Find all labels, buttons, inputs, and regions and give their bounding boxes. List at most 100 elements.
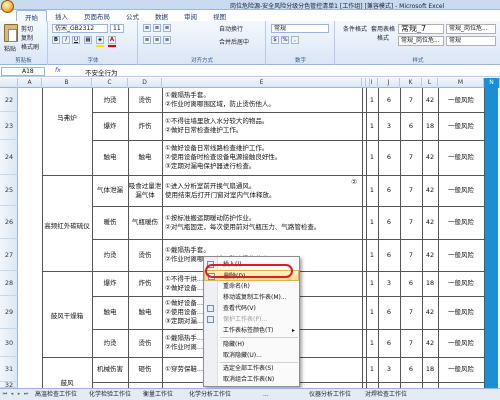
- consequence-cell[interactable]: 砸伤: [128, 357, 162, 382]
- score-d-cell[interactable]: 42: [422, 296, 438, 329]
- row-header-27[interactable]: 27: [0, 239, 18, 271]
- column-e[interactable]: E: [162, 78, 362, 88]
- equipment-partial[interactable]: 鼓风: [42, 378, 92, 388]
- score-d-cell[interactable]: 42: [422, 88, 438, 112]
- score-c-cell[interactable]: 6: [400, 112, 422, 140]
- column-j[interactable]: J: [378, 78, 400, 88]
- column-k[interactable]: K: [400, 78, 422, 88]
- menu-item-ungroup-sheets[interactable]: 取消组合工作表(N): [204, 374, 299, 385]
- paste-icon[interactable]: [4, 24, 18, 42]
- risk-level-cell[interactable]: 一般风险: [438, 175, 484, 206]
- score-c-cell[interactable]: 7: [400, 140, 422, 175]
- hazard-cell[interactable]: 灼烫: [92, 329, 128, 357]
- consequence-cell[interactable]: 气瓶暖伤: [128, 206, 162, 239]
- column-i[interactable]: I: [366, 78, 378, 88]
- score-e-cell[interactable]: 6: [378, 175, 400, 206]
- style-normal-7[interactable]: 常规_7: [398, 24, 444, 34]
- menu-item-view-code[interactable]: 查看代码(V): [204, 303, 299, 314]
- menu-item-rename[interactable]: 重命名(R): [204, 281, 299, 292]
- hazard-cell[interactable]: 爆炸: [92, 112, 128, 140]
- consequence-cell[interactable]: 炸伤: [128, 112, 162, 140]
- tab-page-layout[interactable]: 页面布局: [76, 10, 118, 21]
- row-header-29[interactable]: 29: [0, 296, 18, 329]
- comma-icon[interactable]: ,: [291, 36, 299, 44]
- font-color-icon[interactable]: A: [108, 36, 116, 44]
- column-a[interactable]: A: [18, 78, 42, 88]
- score-d-cell[interactable]: 42: [422, 175, 438, 206]
- sheet-tab[interactable]: 高温检查工作位: [32, 389, 80, 400]
- column-l[interactable]: L: [422, 78, 438, 88]
- hazard-cell[interactable]: 灼烫: [92, 88, 128, 112]
- score-e-cell[interactable]: 6: [378, 329, 400, 357]
- score-d-cell[interactable]: 42: [422, 329, 438, 357]
- column-c[interactable]: C: [92, 78, 128, 88]
- score-d-cell[interactable]: 18: [422, 112, 438, 140]
- hazard-cell[interactable]: 气体泄漏: [92, 175, 128, 206]
- style-normal-post[interactable]: 常规_岗位危...: [446, 24, 496, 34]
- column-m[interactable]: M: [438, 78, 484, 88]
- consequence-cell[interactable]: 触电: [128, 140, 162, 175]
- hazard-cell[interactable]: 机械伤害: [92, 357, 128, 382]
- measures-cell[interactable]: ①戴隔热手套。 ②作业时离哪围区域，防止烫伤他人。: [165, 88, 361, 112]
- score-l-cell[interactable]: 1: [366, 329, 378, 357]
- risk-level-cell[interactable]: 一般风险: [438, 271, 484, 296]
- consequence-cell[interactable]: 触电: [128, 296, 162, 329]
- first-sheet-icon[interactable]: ⏮: [2, 391, 8, 398]
- percent-icon[interactable]: %: [281, 36, 289, 44]
- hazard-cell[interactable]: 触电: [92, 140, 128, 175]
- risk-level-cell[interactable]: 一般风险: [438, 206, 484, 239]
- score-l-cell[interactable]: 1: [366, 357, 378, 382]
- currency-icon[interactable]: $: [271, 36, 279, 44]
- wrap-text-button[interactable]: 自动换行: [219, 24, 243, 33]
- fill-color-icon[interactable]: ◈: [96, 36, 104, 44]
- copy-button[interactable]: 复制: [21, 33, 33, 42]
- italic-icon[interactable]: I: [62, 36, 70, 44]
- score-c-cell[interactable]: 7: [400, 329, 422, 357]
- sheet-tab[interactable]: 化学分析工作位: [186, 389, 234, 400]
- measures-cell[interactable]: ①按标准搬运期暖动防护作业。 ②对气瓶固定，每次使用前对气瓶压力、气路管检查。: [165, 206, 361, 239]
- table-format-button[interactable]: 套用表格格式: [370, 24, 396, 42]
- office-button-icon[interactable]: [1, 0, 14, 13]
- style-normal[interactable]: 常规: [446, 36, 496, 46]
- menu-item-unhide[interactable]: 取消隐藏(U)...: [204, 350, 299, 361]
- consequence-cell[interactable]: 吸食过量泄漏气体: [128, 175, 162, 206]
- score-c-cell[interactable]: 7: [400, 296, 422, 329]
- score-l-cell[interactable]: 1: [366, 239, 378, 271]
- format-painter-button[interactable]: 格式刷: [21, 42, 39, 51]
- score-l-cell[interactable]: 1: [366, 112, 378, 140]
- align-bottom-icon[interactable]: ≡: [163, 24, 171, 32]
- equipment-carbon-sulfur-analyzer[interactable]: 高频红外碳硫仪: [42, 196, 92, 256]
- row-header-26[interactable]: 26: [0, 206, 18, 239]
- name-box[interactable]: A18: [1, 67, 45, 76]
- prev-sheet-icon[interactable]: ◂: [9, 391, 15, 398]
- tab-home[interactable]: 开始: [16, 10, 47, 22]
- score-c-cell[interactable]: 7: [400, 206, 422, 239]
- menu-item-tab-color[interactable]: 工作表标签颜色(T) ▸: [204, 325, 299, 336]
- equipment-muffle-furnace[interactable]: 马弗炉: [42, 98, 92, 138]
- score-d-cell[interactable]: 42: [422, 140, 438, 175]
- measures-cell[interactable]: ①进入分析室前开换气扇通风。 使用结束后打开门窗对室内气体释放。: [165, 175, 345, 206]
- risk-level-cell[interactable]: 一般风险: [438, 357, 484, 382]
- score-e-cell[interactable]: 6: [378, 239, 400, 271]
- score-d-cell[interactable]: 18: [422, 357, 438, 382]
- measures-cell[interactable]: ①做好设备日常线路检查维护工作。 ②使用设备时检查设备电源接触良好性。 ③定期对…: [165, 140, 361, 175]
- tab-data[interactable]: 数据: [147, 10, 176, 21]
- row-header-30[interactable]: 30: [0, 329, 18, 357]
- tab-formulas[interactable]: 公式: [118, 10, 147, 21]
- equipment-blast-dryer[interactable]: 鼓风干燥箱: [42, 296, 92, 336]
- merge-center-button[interactable]: 合并后居中: [219, 37, 249, 46]
- next-sheet-icon[interactable]: ▸: [16, 391, 22, 398]
- sheet-tab[interactable]: 仪器分析工作位: [306, 389, 354, 400]
- score-l-cell[interactable]: 1: [366, 175, 378, 206]
- score-c-cell[interactable]: 6: [400, 271, 422, 296]
- hazard-cell[interactable]: 爆炸: [92, 271, 128, 296]
- align-top-icon[interactable]: ≡: [143, 24, 151, 32]
- font-name-select[interactable]: 仿宋_GB2312: [52, 24, 108, 33]
- risk-level-cell[interactable]: 一般风险: [438, 88, 484, 112]
- bold-icon[interactable]: B: [52, 36, 60, 44]
- score-e-cell[interactable]: 6: [378, 206, 400, 239]
- column-b[interactable]: B: [42, 78, 92, 88]
- score-e-cell[interactable]: 6: [378, 88, 400, 112]
- risk-level-cell[interactable]: 一般风险: [438, 140, 484, 175]
- border-icon[interactable]: ▦: [84, 36, 92, 44]
